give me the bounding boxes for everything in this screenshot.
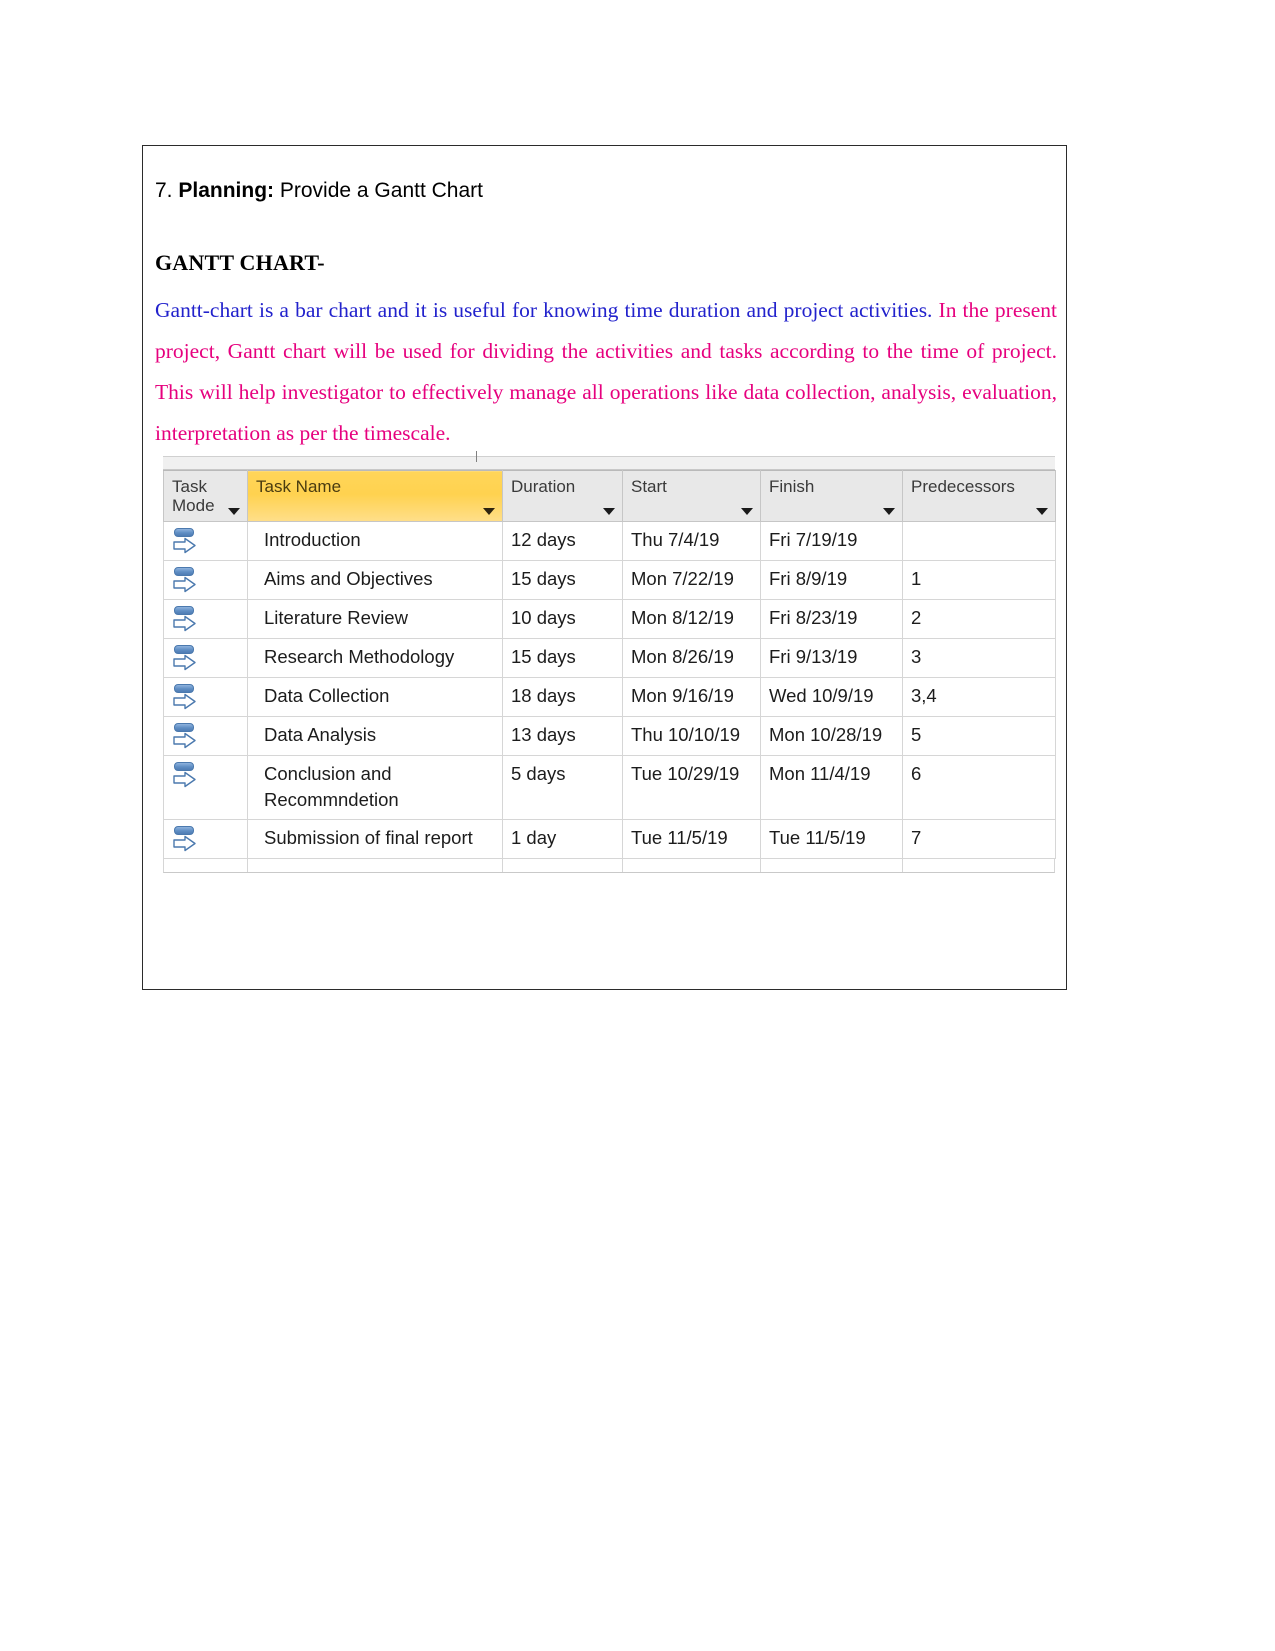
chevron-down-icon[interactable] (883, 508, 895, 515)
cell-start[interactable]: Thu 7/4/19 (622, 521, 761, 561)
cell-task-mode[interactable] (163, 755, 248, 820)
table-bottom-strip (163, 859, 1055, 873)
cell-duration[interactable]: 13 days (502, 716, 623, 756)
table-row[interactable]: Conclusion and Recommndetion 5 days Tue 10… (163, 755, 1056, 820)
table-row[interactable]: Research Methodology 15 days Mon 8/26/19 Fr… (163, 638, 1056, 678)
section-number: 7. (155, 179, 173, 202)
manually-scheduled-icon (172, 644, 198, 672)
split-handle-icon[interactable] (476, 451, 477, 462)
table-row[interactable]: Introduction 12 days Thu 7/4/19 Fri 7/19/19 (163, 521, 1056, 561)
cell-task-mode[interactable] (163, 560, 248, 600)
cell-task-name[interactable]: Introduction (247, 521, 503, 561)
cell-start[interactable]: Tue 11/5/19 (622, 819, 761, 859)
manually-scheduled-icon (172, 605, 198, 633)
gantt-chart-subheading: GANTT CHART- (155, 250, 325, 276)
cell-task-name[interactable]: Literature Review (247, 599, 503, 639)
cell-task-mode[interactable] (163, 521, 248, 561)
cell-task-name[interactable]: Aims and Objectives (247, 560, 503, 600)
cell-finish[interactable]: Tue 11/5/19 (760, 819, 903, 859)
paragraph-blue-segment: Gantt-chart is a bar chart and it is use… (155, 298, 933, 323)
chevron-down-icon[interactable] (228, 508, 240, 515)
cell-predecessors[interactable]: 1 (902, 560, 1056, 600)
cell-predecessors[interactable]: 3 (902, 638, 1056, 678)
cell-task-mode[interactable] (163, 599, 248, 639)
cell-finish[interactable]: Mon 11/4/19 (760, 755, 903, 820)
table-row[interactable]: Aims and Objectives 15 days Mon 7/22/19 Fri… (163, 560, 1056, 600)
column-header-label: Predecessors (911, 477, 1015, 496)
cell-start[interactable]: Tue 10/29/19 (622, 755, 761, 820)
column-header-label: Start (631, 477, 667, 496)
chevron-down-icon[interactable] (1036, 508, 1048, 515)
section-label: Planning: (178, 179, 275, 202)
cell-duration[interactable]: 5 days (502, 755, 623, 820)
table-row[interactable]: Submission of final report 1 day Tue 11/5/… (163, 819, 1056, 859)
page-title: 7. Planning: Provide a Gantt Chart (155, 178, 1050, 204)
document-page: 7. Planning: Provide a Gantt Chart GANTT… (142, 145, 1067, 990)
cell-duration[interactable]: 12 days (502, 521, 623, 561)
cell-predecessors[interactable]: 7 (902, 819, 1056, 859)
cell-start[interactable]: Mon 8/12/19 (622, 599, 761, 639)
cell-task-name[interactable]: Submission of final report (247, 819, 503, 859)
cell-task-mode[interactable] (163, 716, 248, 756)
cell-predecessors[interactable]: 2 (902, 599, 1056, 639)
cell-duration[interactable]: 15 days (502, 638, 623, 678)
manually-scheduled-icon (172, 722, 198, 750)
column-header-task-name[interactable]: Task Name (247, 470, 503, 522)
cell-finish[interactable]: Fri 8/23/19 (760, 599, 903, 639)
cell-finish[interactable]: Fri 7/19/19 (760, 521, 903, 561)
cell-duration[interactable]: 15 days (502, 560, 623, 600)
table-header-row: Task Mode Task Name Duration Start Finis… (163, 470, 1056, 522)
cell-task-mode[interactable] (163, 677, 248, 717)
table-row[interactable]: Data Analysis 13 days Thu 10/10/19 Mon 10/2… (163, 716, 1056, 756)
manually-scheduled-icon (172, 761, 198, 789)
cell-task-name[interactable]: Data Collection (247, 677, 503, 717)
column-header-label: Task Name (256, 477, 342, 496)
cell-duration[interactable]: 1 day (502, 819, 623, 859)
cell-start[interactable]: Mon 7/22/19 (622, 560, 761, 600)
table-body: Introduction 12 days Thu 7/4/19 Fri 7/19/19… (163, 521, 1056, 859)
manually-scheduled-icon (172, 527, 198, 555)
cell-task-name[interactable]: Conclusion and Recommndetion (247, 755, 503, 820)
cell-finish[interactable]: Fri 9/13/19 (760, 638, 903, 678)
column-header-duration[interactable]: Duration (502, 470, 623, 522)
section-rest: Provide a Gantt Chart (279, 179, 483, 202)
cell-finish[interactable]: Mon 10/28/19 (760, 716, 903, 756)
column-header-label: Duration (511, 477, 576, 496)
column-header-predecessors[interactable]: Predecessors (902, 470, 1056, 522)
cell-predecessors[interactable]: 6 (902, 755, 1056, 820)
column-header-finish[interactable]: Finish (760, 470, 903, 522)
chevron-down-icon[interactable] (741, 508, 753, 515)
column-header-start[interactable]: Start (622, 470, 761, 522)
cell-task-mode[interactable] (163, 819, 248, 859)
cell-task-name[interactable]: Research Methodology (247, 638, 503, 678)
cell-start[interactable]: Mon 8/26/19 (622, 638, 761, 678)
cell-predecessors[interactable]: 3,4 (902, 677, 1056, 717)
column-header-task-mode[interactable]: Task Mode (163, 470, 248, 522)
cell-predecessors[interactable]: 5 (902, 716, 1056, 756)
manually-scheduled-icon (172, 683, 198, 711)
task-table: Task Mode Task Name Duration Start Finis… (163, 470, 1056, 859)
manually-scheduled-icon (172, 566, 198, 594)
table-row[interactable]: Data Collection 18 days Mon 9/16/19 Wed 10/… (163, 677, 1056, 717)
table-split-bar[interactable] (163, 451, 1055, 470)
cell-finish[interactable]: Wed 10/9/19 (760, 677, 903, 717)
column-header-label: Finish (769, 477, 815, 496)
gantt-description-paragraph: Gantt-chart is a bar chart and it is use… (155, 290, 1057, 454)
cell-start[interactable]: Thu 10/10/19 (622, 716, 761, 756)
cell-duration[interactable]: 18 days (502, 677, 623, 717)
cell-predecessors[interactable] (902, 521, 1056, 561)
chevron-down-icon[interactable] (483, 508, 495, 515)
table-row[interactable]: Literature Review 10 days Mon 8/12/19 Fri 8… (163, 599, 1056, 639)
manually-scheduled-icon (172, 825, 198, 853)
chevron-down-icon[interactable] (603, 508, 615, 515)
cell-task-name[interactable]: Data Analysis (247, 716, 503, 756)
cell-finish[interactable]: Fri 8/9/19 (760, 560, 903, 600)
project-schedule-table: Task Mode Task Name Duration Start Finis… (163, 451, 1056, 873)
cell-duration[interactable]: 10 days (502, 599, 623, 639)
cell-task-mode[interactable] (163, 638, 248, 678)
cell-start[interactable]: Mon 9/16/19 (622, 677, 761, 717)
